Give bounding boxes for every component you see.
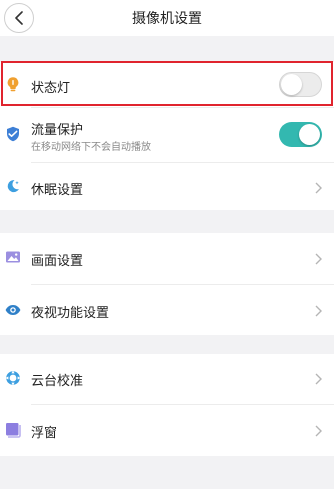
traffic-protection-subtitle: 在移动网络下不会自动播放 — [31, 142, 151, 153]
lightbulb-icon — [7, 77, 19, 92]
picture-icon — [6, 251, 20, 263]
sleep-settings-row[interactable]: 休眠设置 — [0, 163, 334, 210]
chevron-right-icon — [315, 425, 322, 437]
traffic-protection-toggle[interactable] — [279, 122, 322, 147]
status-light-label: 状态灯 — [31, 81, 71, 96]
night-vision-row[interactable]: 夜视功能设置 — [0, 285, 334, 335]
floating-window-icon — [6, 423, 21, 438]
status-light-toggle[interactable] — [279, 72, 322, 97]
traffic-protection-label: 流量保护 — [31, 123, 84, 138]
floating-window-label: 浮窗 — [31, 426, 58, 441]
settings-group-2: 画面设置 夜视功能设置 — [0, 233, 334, 335]
floating-window-row[interactable]: 浮窗 — [0, 405, 334, 456]
settings-group-1: 状态灯 流量保护 在移动网络下不会自动播放 休眠设置 — [0, 62, 334, 210]
eye-icon — [5, 305, 21, 315]
chevron-right-icon — [315, 305, 322, 317]
shield-icon — [7, 126, 19, 142]
picture-settings-row[interactable]: 画面设置 — [0, 233, 334, 284]
header-bar: 摄像机设置 — [0, 0, 334, 36]
sleep-settings-label: 休眠设置 — [31, 183, 84, 198]
page-title: 摄像机设置 — [132, 11, 202, 27]
night-vision-label: 夜视功能设置 — [31, 306, 110, 321]
chevron-right-icon — [315, 182, 322, 194]
settings-group-3: 云台校准 浮窗 — [0, 354, 334, 456]
ptz-calibration-row[interactable]: 云台校准 — [0, 354, 334, 404]
moon-icon — [7, 180, 19, 193]
calibration-icon — [5, 370, 21, 386]
chevron-right-icon — [315, 253, 322, 265]
toggle-knob — [299, 124, 320, 145]
toggle-knob — [281, 74, 302, 95]
status-light-row[interactable]: 状态灯 — [0, 62, 334, 107]
picture-settings-label: 画面设置 — [31, 254, 84, 269]
ptz-calibration-label: 云台校准 — [31, 374, 84, 389]
chevron-right-icon — [315, 373, 322, 385]
traffic-protection-row[interactable]: 流量保护 在移动网络下不会自动播放 — [0, 108, 334, 160]
